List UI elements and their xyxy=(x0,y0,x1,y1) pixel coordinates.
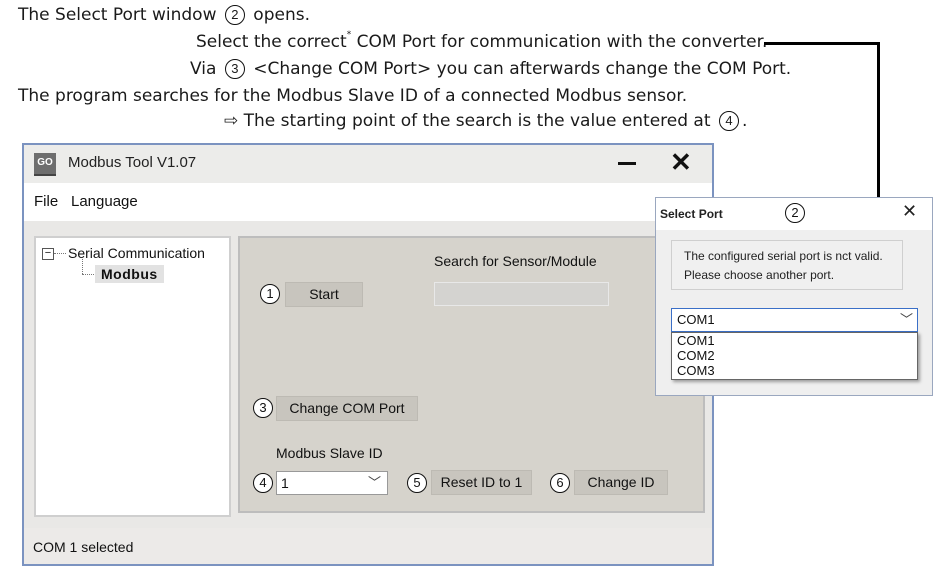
doc-line-3-suffix: <Change COM Port> you can afterwards cha… xyxy=(253,59,792,79)
doc-line-2-a: Select the correct xyxy=(196,32,347,52)
doc-line-1-prefix: The Select Port window xyxy=(18,5,217,25)
callout-4: 4 xyxy=(718,111,739,131)
modbus-panel: 1 Start Search for Sensor/Module 3 Chang… xyxy=(238,236,705,513)
doc-line-1: The Select Port window 2 opens. xyxy=(18,5,310,25)
select-port-dialog: Select Port 2 ✕ The configured serial po… xyxy=(655,197,933,396)
tree-item-serial-communication[interactable]: Serial Communication xyxy=(68,245,205,261)
dialog-message: The configured serial port is nct valid.… xyxy=(671,240,903,290)
menu-bar: File Language xyxy=(24,183,712,221)
slave-id-select[interactable]: 1 ﹀ xyxy=(276,471,388,495)
callout-5: 5 xyxy=(407,473,427,493)
change-com-port-button[interactable]: Change COM Port xyxy=(276,396,418,421)
search-label: Search for Sensor/Module xyxy=(434,253,597,269)
doc-line-5: ⇨ The starting point of the search is th… xyxy=(224,111,747,131)
dialog-message-line-1: The configured serial port is nct valid. xyxy=(684,249,883,263)
connector-line-h xyxy=(764,42,880,45)
tree-connector xyxy=(82,259,83,274)
doc-line-1-suffix: opens. xyxy=(253,5,310,25)
doc-line-2-b: COM Port for communication with the conv… xyxy=(351,32,768,52)
search-result-field xyxy=(434,282,609,306)
doc-line-5-prefix: ⇨ The starting point of the search is th… xyxy=(224,111,711,131)
start-button[interactable]: Start xyxy=(285,282,363,307)
status-bar: COM 1 selected xyxy=(24,528,712,564)
com-port-select[interactable]: COM1 ﹀ xyxy=(671,308,918,332)
app-logo-icon: GO xyxy=(34,153,56,176)
tree-item-modbus[interactable]: Modbus xyxy=(95,265,164,283)
callout-2: 2 xyxy=(224,5,245,25)
com-port-option[interactable]: COM1 xyxy=(677,333,917,348)
navigation-tree: − Serial Communication Modbus xyxy=(34,236,231,517)
doc-line-3: Via 3 <Change COM Port> you can afterwar… xyxy=(190,59,791,79)
close-icon[interactable]: ✕ xyxy=(902,201,917,222)
menu-language[interactable]: Language xyxy=(71,193,138,210)
callout-1: 1 xyxy=(260,284,280,304)
dialog-title: Select Port xyxy=(660,207,723,221)
callout-2: 2 xyxy=(785,203,805,223)
dialog-message-line-2: Please choose another port. xyxy=(684,268,835,282)
doc-line-4: The program searches for the Modbus Slav… xyxy=(18,86,688,106)
com-port-selected: COM1 xyxy=(677,312,715,327)
menu-file[interactable]: File xyxy=(34,193,58,210)
callout-3: 3 xyxy=(224,59,245,79)
callout-6: 6 xyxy=(550,473,570,493)
window-title: Modbus Tool V1.07 xyxy=(68,154,197,171)
reset-id-button[interactable]: Reset ID to 1 xyxy=(431,470,532,495)
modbus-slave-id-label: Modbus Slave ID xyxy=(276,445,383,461)
doc-line-3-prefix: Via xyxy=(190,59,217,79)
chevron-down-icon[interactable]: ﹀ xyxy=(900,309,913,331)
status-text: COM 1 selected xyxy=(33,539,134,555)
dialog-body: The configured serial port is nct valid.… xyxy=(656,230,932,395)
change-id-button[interactable]: Change ID xyxy=(574,470,668,495)
connector-line-v xyxy=(877,42,880,202)
com-port-dropdown-list: COM1 COM2 COM3 xyxy=(671,332,918,380)
chevron-down-icon[interactable]: ﹀ xyxy=(368,472,381,494)
com-port-option[interactable]: COM2 xyxy=(677,348,917,363)
callout-4: 4 xyxy=(253,473,273,493)
tree-connector xyxy=(54,253,66,254)
asterisk-note: * xyxy=(346,30,352,40)
callout-3: 3 xyxy=(253,398,273,418)
close-icon[interactable]: ✕ xyxy=(670,149,692,175)
modbus-tool-window: GO Modbus Tool V1.07 ✕ File Language − S… xyxy=(22,143,714,566)
com-port-option[interactable]: COM3 xyxy=(677,363,917,378)
tree-connector xyxy=(82,274,94,275)
title-bar: GO Modbus Tool V1.07 ✕ xyxy=(24,145,712,183)
tree-collapse-icon[interactable]: − xyxy=(42,248,54,260)
minimize-icon[interactable] xyxy=(618,162,636,165)
doc-line-2: Select the correct* COM Port for communi… xyxy=(196,30,768,52)
slave-id-value: 1 xyxy=(281,475,289,491)
doc-line-5-suffix: . xyxy=(741,111,748,131)
